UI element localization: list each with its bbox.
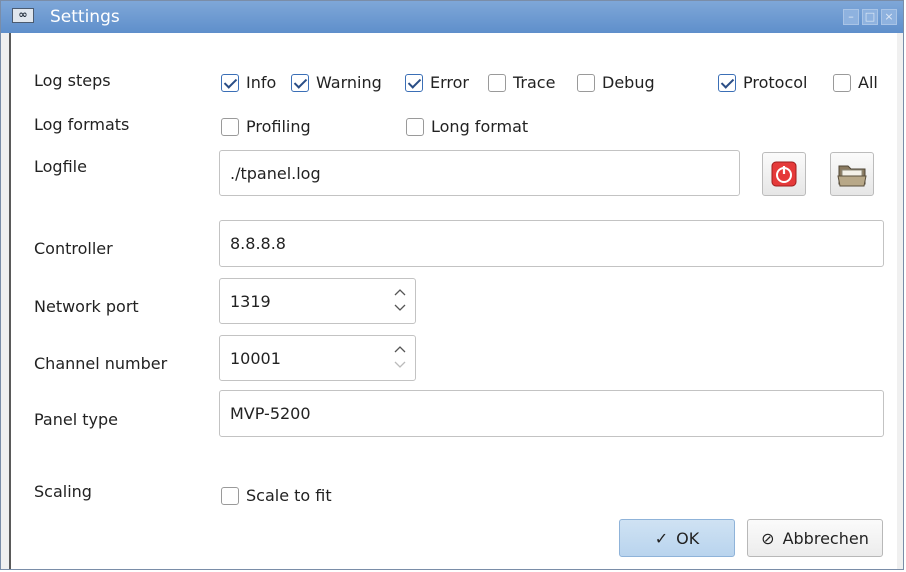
folder-open-icon <box>837 165 867 187</box>
log-step-error[interactable]: Error <box>405 73 469 92</box>
channel-number-spinbox[interactable]: 10001 <box>219 335 416 381</box>
panel-type-label: Panel type <box>34 410 118 429</box>
close-icon[interactable]: × <box>881 9 897 25</box>
controller-label: Controller <box>34 239 113 258</box>
red-power-reset-icon <box>771 161 797 187</box>
trace-checkbox[interactable] <box>488 73 506 92</box>
profiling-label: Profiling <box>246 117 311 136</box>
controller-input[interactable]: 8.8.8.8 <box>219 220 884 267</box>
log-steps-label: Log steps <box>34 71 111 90</box>
window-title: Settings <box>50 7 120 27</box>
profiling-checkbox[interactable] <box>221 117 239 136</box>
app-icon: ∞ <box>12 8 34 23</box>
cancel-label: Abbrechen <box>782 528 869 548</box>
log-step-trace[interactable]: Trace <box>488 73 555 92</box>
logfile-input[interactable]: ./tpanel.log <box>219 150 740 196</box>
error-label: Error <box>430 73 469 92</box>
info-label: Info <box>246 73 277 92</box>
log-format-long[interactable]: Long format <box>406 117 528 136</box>
minimize-icon[interactable]: – <box>843 9 859 25</box>
error-checkbox[interactable] <box>405 73 423 92</box>
scale-to-fit-checkbox[interactable] <box>221 486 239 505</box>
ok-label: OK <box>676 528 700 548</box>
log-step-warning[interactable]: Warning <box>291 73 382 92</box>
network-port-label: Network port <box>34 297 139 316</box>
scale-to-fit-label: Scale to fit <box>246 486 332 505</box>
warning-label: Warning <box>316 73 382 92</box>
panel-type-input[interactable]: MVP-5200 <box>219 390 884 437</box>
maximize-icon[interactable]: □ <box>862 9 878 25</box>
long-format-label: Long format <box>431 117 529 136</box>
scaling-label: Scaling <box>34 482 92 501</box>
log-step-debug[interactable]: Debug <box>577 73 655 92</box>
channel-number-value: 10001 <box>230 348 281 368</box>
network-port-stepper[interactable] <box>393 285 407 315</box>
reset-logfile-button[interactable] <box>762 152 806 196</box>
window-controls: – □ × <box>843 9 897 25</box>
warning-checkbox[interactable] <box>291 73 309 92</box>
info-checkbox[interactable] <box>221 73 239 92</box>
cancel-button[interactable]: ⊘ Abbrechen <box>747 519 883 557</box>
cancel-icon: ⊘ <box>761 528 775 548</box>
title-bar[interactable]: ∞ Settings – □ × <box>1 1 903 33</box>
settings-window: ∞ Settings – □ × Log steps Info Warning … <box>0 0 904 570</box>
protocol-checkbox[interactable] <box>718 73 736 92</box>
trace-label: Trace <box>513 73 556 92</box>
channel-number-label: Channel number <box>34 354 168 373</box>
debug-checkbox[interactable] <box>577 73 595 92</box>
channel-number-stepper[interactable] <box>393 342 407 372</box>
scale-to-fit[interactable]: Scale to fit <box>221 486 332 505</box>
log-step-protocol[interactable]: Protocol <box>718 73 807 92</box>
all-label: All <box>858 73 878 92</box>
all-checkbox[interactable] <box>833 73 851 92</box>
ok-button[interactable]: ✓ OK <box>619 519 735 557</box>
network-port-spinbox[interactable]: 1319 <box>219 278 416 324</box>
log-step-all[interactable]: All <box>833 73 878 92</box>
log-step-info[interactable]: Info <box>221 73 276 92</box>
logfile-label: Logfile <box>34 157 87 176</box>
open-folder-button[interactable] <box>830 152 874 196</box>
protocol-label: Protocol <box>743 73 808 92</box>
check-icon: ✓ <box>654 528 669 548</box>
long-format-checkbox[interactable] <box>406 117 424 136</box>
network-port-value: 1319 <box>230 291 271 311</box>
log-formats-label: Log formats <box>34 115 130 134</box>
settings-form: Log steps Info Warning Error Trace Debug… <box>9 33 897 569</box>
debug-label: Debug <box>602 73 655 92</box>
log-format-profiling[interactable]: Profiling <box>221 117 311 136</box>
